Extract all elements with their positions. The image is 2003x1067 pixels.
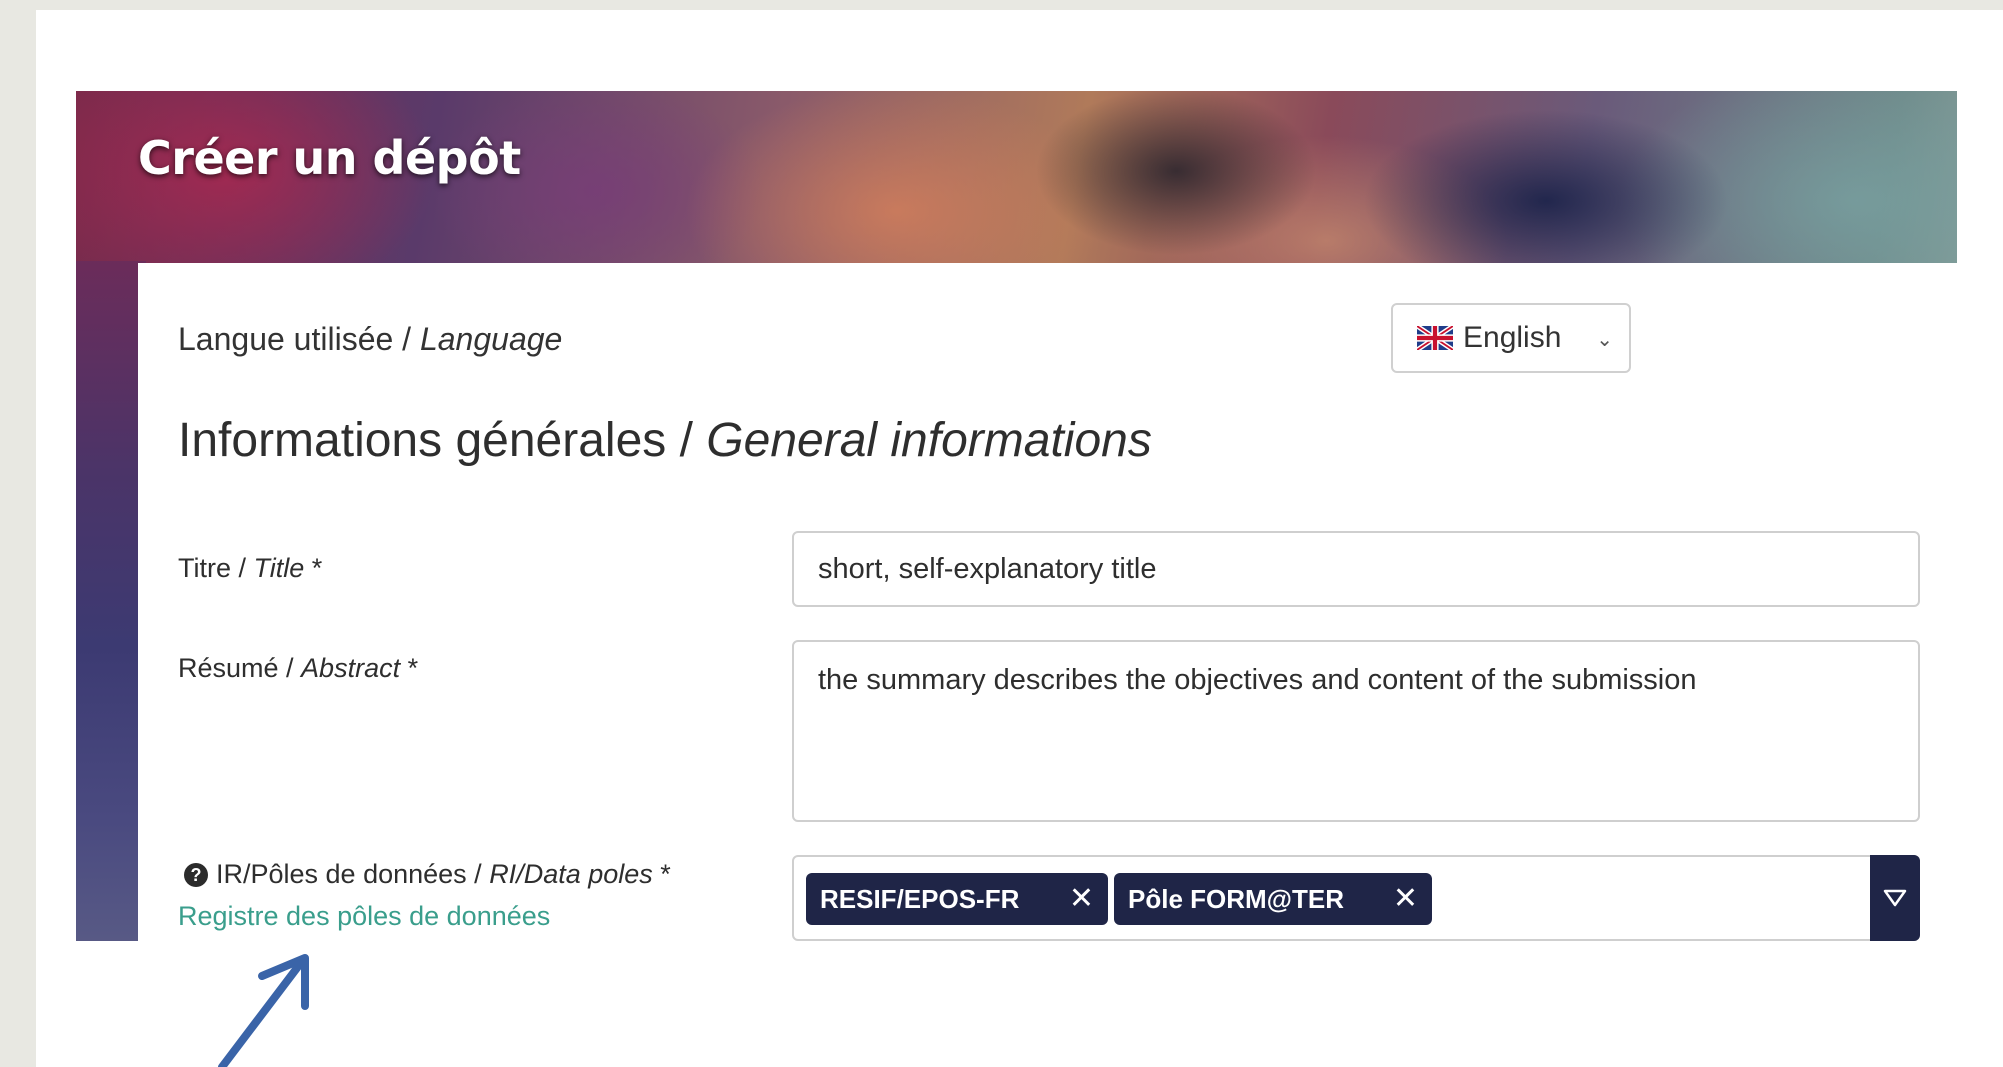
- selected-tag: Pôle FORM@TER ✕: [1114, 873, 1432, 925]
- annotation-arrow-icon: [218, 954, 309, 1067]
- close-icon[interactable]: ✕: [1393, 881, 1418, 916]
- selected-tag: RESIF/EPOS-FR ✕: [806, 873, 1108, 925]
- close-icon[interactable]: ✕: [1069, 881, 1094, 916]
- page-title: Créer un dépôt: [138, 131, 521, 185]
- data-poles-label: ? IR/Pôles de données / RI/Data poles *: [184, 859, 671, 890]
- chevron-down-icon: ⌄: [1596, 329, 1613, 351]
- language-label: Langue utilisée / Language: [178, 321, 563, 357]
- language-select-value: English: [1463, 321, 1562, 354]
- tag-label: Pôle FORM@TER: [1128, 883, 1345, 914]
- data-poles-multiselect[interactable]: RESIF/EPOS-FR ✕ Pôle FORM@TER ✕: [792, 855, 1920, 941]
- abstract-label: Résumé / Abstract *: [178, 653, 419, 683]
- language-select[interactable]: English ⌄: [1391, 303, 1631, 373]
- uk-flag-icon: [1417, 326, 1453, 350]
- dropdown-toggle-button[interactable]: [1870, 855, 1920, 941]
- deposit-form: Langue utilisée / Language English ⌄ Inf…: [138, 263, 1957, 941]
- triangle-down-icon: [1883, 889, 1907, 907]
- section-title: Informations générales / General informa…: [178, 414, 1152, 467]
- question-circle-icon[interactable]: ?: [184, 863, 208, 887]
- abstract-textarea[interactable]: the summary describes the objectives and…: [792, 640, 1920, 822]
- title-input[interactable]: short, self-explanatory title: [792, 531, 1920, 607]
- title-label: Titre / Title *: [178, 553, 323, 583]
- tag-label: RESIF/EPOS-FR: [820, 883, 1020, 914]
- data-poles-registry-link[interactable]: Registre des pôles de données: [178, 901, 550, 932]
